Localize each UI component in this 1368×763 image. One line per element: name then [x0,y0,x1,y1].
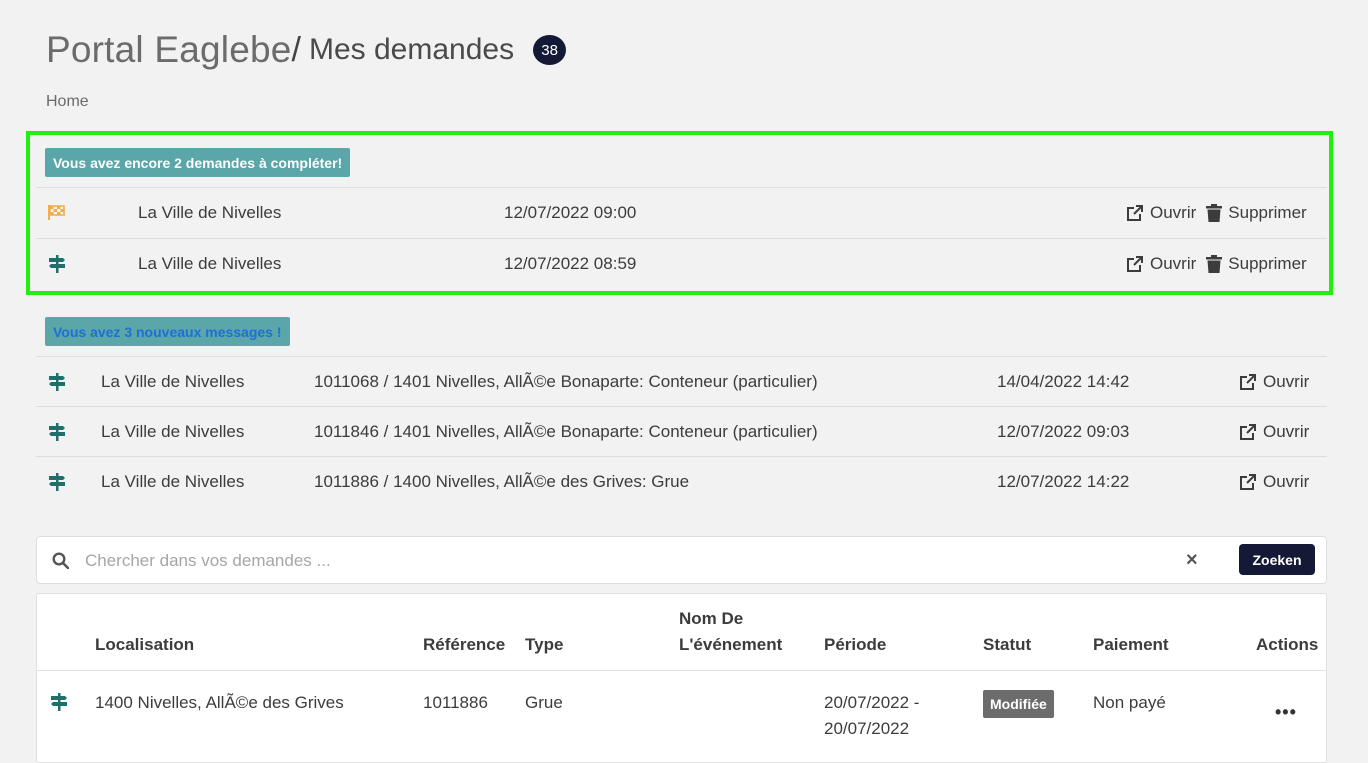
open-label: Ouvrir [1263,371,1310,391]
requests-table: Localisation Référence Type Nom De L'évé… [36,593,1327,763]
open-label: Ouvrir [1150,202,1197,222]
trash-icon [1206,254,1223,273]
message-organisation: La Ville de Nivelles [101,471,245,491]
table-header-divider [37,670,1326,671]
message-date: 12/07/2022 09:03 [997,421,1130,441]
open-label: Ouvrir [1263,471,1310,491]
delete-request-button[interactable]: Supprimer [1206,202,1307,223]
request-date: 12/07/2022 09:00 [504,202,637,222]
open-request-button[interactable]: Ouvrir [1126,254,1196,274]
cell-payment: Non payé [1093,693,1166,712]
column-header-status[interactable]: Statut [983,635,1031,655]
cell-type: Grue [525,693,563,712]
portal-name: Portal Eaglebe [46,29,292,70]
external-link-icon [1127,255,1143,272]
open-message-button[interactable]: Ouvrir [1239,422,1309,442]
column-header-event-line1[interactable]: Nom De [679,609,743,629]
signpost-icon [50,693,68,716]
column-header-reference[interactable]: Référence [423,635,505,655]
new-messages-badge: Vous avez 3 nouveaux messages ! [45,317,290,346]
external-link-icon [1127,204,1143,221]
signpost-icon [48,457,66,506]
page-header: Portal Eaglebe / Mes demandes 38 [46,28,567,72]
open-label: Ouvrir [1263,421,1310,441]
search-bar: × Zoeken [36,536,1327,584]
search-button[interactable]: Zoeken [1239,544,1315,575]
request-organisation: La Ville de Nivelles [138,253,282,273]
trash-icon [1206,203,1223,222]
open-message-button[interactable]: Ouvrir [1239,372,1309,392]
message-date: 14/04/2022 14:42 [997,371,1130,391]
column-header-actions: Actions [1256,635,1319,654]
message-subject: 1011886 / 1400 Nivelles, AllÃ©e des Griv… [314,471,690,491]
more-actions-icon[interactable]: ••• [1275,702,1297,723]
requests-count-badge: 38 [533,35,567,65]
checkered-flag-icon [47,188,65,237]
request-organisation: La Ville de Nivelles [138,202,282,222]
delete-label: Supprimer [1228,202,1307,222]
external-link-icon [1240,373,1256,390]
incomplete-request-row: La Ville de Nivelles 12/07/2022 08:59 Ou… [36,238,1327,288]
cell-localisation: 1400 Nivelles, AllÃ©e des Grives [95,693,344,712]
open-message-button[interactable]: Ouvrir [1239,472,1309,492]
clear-search-icon[interactable]: × [1186,549,1198,572]
message-subject: 1011846 / 1401 Nivelles, AllÃ©e Bonapart… [314,421,818,441]
external-link-icon [1240,473,1256,490]
column-header-period[interactable]: Période [824,635,886,655]
search-icon [52,552,69,569]
cell-period-start: 20/07/2022 - [824,693,920,712]
message-row: La Ville de Nivelles 1011886 / 1400 Nive… [36,456,1327,506]
message-date: 12/07/2022 14:22 [997,471,1130,491]
column-header-type[interactable]: Type [525,635,563,655]
incomplete-request-row: La Ville de Nivelles 12/07/2022 09:00 Ou… [36,187,1327,237]
external-link-icon [1240,423,1256,440]
request-date: 12/07/2022 08:59 [504,253,637,273]
title-separator: / [291,30,301,69]
status-badge: Modifiée [983,690,1054,718]
message-row: La Ville de Nivelles 1011068 / 1401 Nive… [36,356,1327,406]
signpost-icon [48,407,66,456]
delete-label: Supprimer [1228,253,1307,273]
open-label: Ouvrir [1150,253,1197,273]
message-organisation: La Ville de Nivelles [101,421,245,441]
signpost-icon [48,239,66,288]
cell-period-end: 20/07/2022 [824,719,910,738]
message-organisation: La Ville de Nivelles [101,371,245,391]
message-subject: 1011068 / 1401 Nivelles, AllÃ©e Bonapart… [314,371,818,391]
message-row: La Ville de Nivelles 1011846 / 1401 Nive… [36,406,1327,456]
delete-request-button[interactable]: Supprimer [1206,253,1307,274]
column-header-event-line2[interactable]: L'événement [679,635,782,655]
incomplete-requests-badge: Vous avez encore 2 demandes à compléter! [45,148,351,177]
signpost-icon [48,357,66,406]
search-input[interactable] [83,547,1167,575]
cell-reference: 1011886 [423,693,488,712]
open-request-button[interactable]: Ouvrir [1126,203,1196,223]
page-title: Mes demandes [308,33,515,66]
column-header-payment[interactable]: Paiement [1093,635,1169,655]
breadcrumb-home[interactable]: Home [46,93,89,111]
column-header-localisation[interactable]: Localisation [95,635,194,655]
